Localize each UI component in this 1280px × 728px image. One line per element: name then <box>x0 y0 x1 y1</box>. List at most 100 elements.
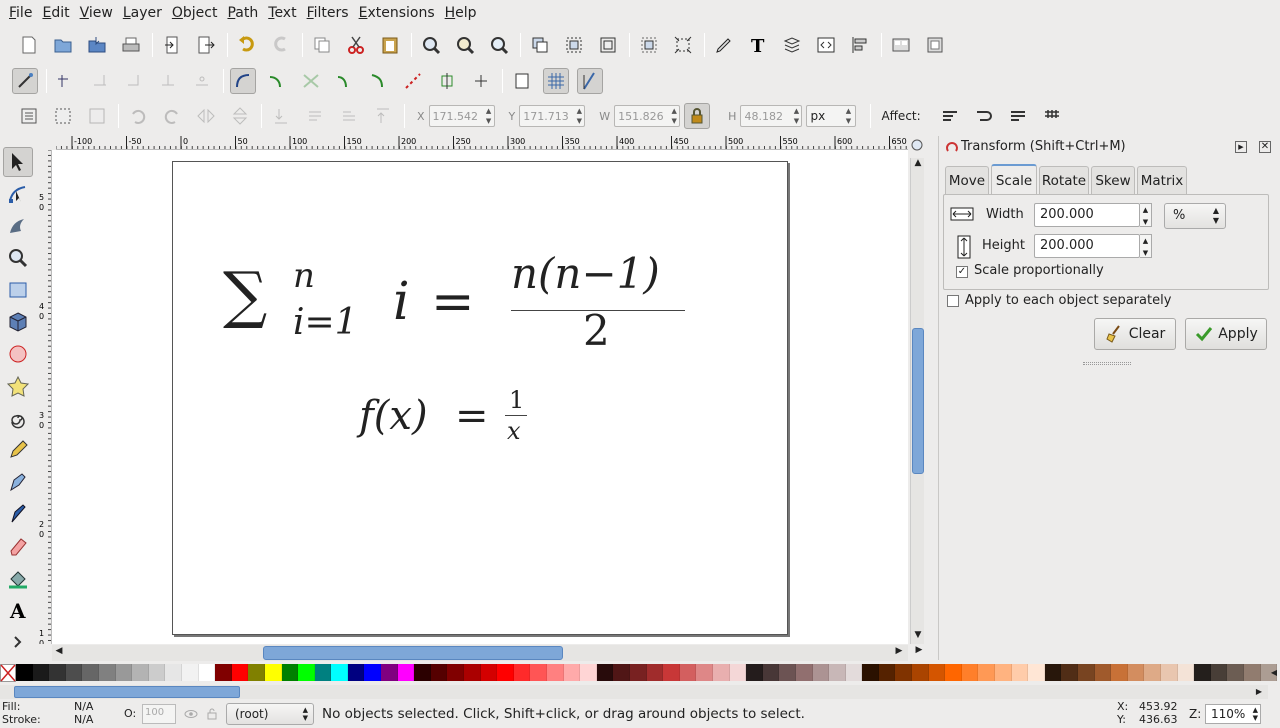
palette-swatch[interactable] <box>812 664 830 681</box>
drawing-canvas[interactable]: ∑ n i=1 i = n(n−1) 2 f(x) = 1 x <box>52 150 908 644</box>
snap-enable-icon[interactable] <box>12 68 38 94</box>
save-icon[interactable] <box>84 32 110 58</box>
palette-swatch[interactable] <box>829 664 846 681</box>
dialog-resize-grip[interactable] <box>1083 362 1131 365</box>
palette-swatch[interactable] <box>895 664 913 681</box>
palette-swatch[interactable] <box>1078 664 1095 681</box>
3d-box-tool-icon[interactable] <box>3 307 33 337</box>
snap-nodes-icon[interactable] <box>230 68 256 94</box>
layer-lock-icon[interactable] <box>206 707 218 721</box>
palette-swatch[interactable] <box>1011 664 1029 681</box>
palette-swatch[interactable] <box>1144 664 1161 681</box>
palette-swatch[interactable] <box>1194 664 1211 681</box>
paste-icon[interactable] <box>377 32 403 58</box>
width-input[interactable]: 200.000 <box>1034 203 1140 227</box>
palette-swatch[interactable] <box>381 664 398 681</box>
new-document-icon[interactable] <box>16 32 42 58</box>
tab-move[interactable]: Move <box>945 166 989 194</box>
palette-swatch[interactable] <box>32 664 50 681</box>
palette-swatch[interactable] <box>646 664 664 681</box>
tab-matrix[interactable]: Matrix <box>1137 166 1187 194</box>
tweak-tool-icon[interactable] <box>3 211 33 241</box>
affect-rounded-corners-icon[interactable] <box>971 103 997 129</box>
palette-swatch[interactable] <box>845 664 863 681</box>
palette-swatch[interactable] <box>663 664 680 681</box>
lock-ratio-icon[interactable] <box>684 103 711 129</box>
palette-swatch[interactable] <box>1210 664 1228 681</box>
eraser-tool-icon[interactable] <box>3 531 33 561</box>
w-input[interactable]: 151.826 ▲ ▼ <box>614 105 681 127</box>
snap-smooth-icon[interactable] <box>366 68 392 94</box>
tab-scale[interactable]: Scale <box>991 164 1037 195</box>
rotate-cw-icon[interactable] <box>159 103 185 129</box>
palette-swatch[interactable] <box>563 664 581 681</box>
height-spinner[interactable]: ▲ ▼ <box>1140 234 1152 258</box>
palette-swatch[interactable] <box>530 664 547 681</box>
palette-swatch[interactable] <box>795 664 813 681</box>
ellipse-tool-icon[interactable] <box>3 339 33 369</box>
palette-swatch[interactable] <box>995 664 1012 681</box>
menu-filters[interactable]: Filters <box>302 1 354 25</box>
paint-bucket-tool-icon[interactable] <box>3 563 33 593</box>
affect-stroke-width-icon[interactable] <box>937 103 963 129</box>
scroll-left-icon[interactable]: ◀ <box>52 646 66 660</box>
import-icon[interactable] <box>159 32 185 58</box>
rectangle-tool-icon[interactable] <box>3 275 33 305</box>
raise-icon[interactable] <box>336 103 362 129</box>
palette-swatch[interactable] <box>181 664 199 681</box>
vertical-scrollbar[interactable]: ▲ ▼ <box>910 158 924 644</box>
align-distribute-icon[interactable] <box>847 32 873 58</box>
palette-swatch[interactable] <box>281 664 299 681</box>
node-tool-icon[interactable] <box>3 179 33 209</box>
palette-swatch[interactable] <box>762 664 780 681</box>
palette-swatch[interactable] <box>115 664 133 681</box>
zoom-drawing-icon[interactable] <box>452 32 478 58</box>
scroll-up-icon[interactable]: ▲ <box>912 158 924 172</box>
palette-swatch[interactable] <box>497 664 514 681</box>
palette-swatch[interactable] <box>878 664 896 681</box>
palette-swatch[interactable] <box>729 664 747 681</box>
palette-swatch[interactable] <box>82 664 99 681</box>
zoom-selection-icon[interactable] <box>418 32 444 58</box>
palette-swatch[interactable] <box>364 664 382 681</box>
fill-stroke-icon[interactable] <box>711 32 737 58</box>
palette-swatch[interactable] <box>298 664 315 681</box>
duplicate-icon[interactable] <box>309 32 335 58</box>
snap-bbox-icon[interactable] <box>53 68 79 94</box>
tab-rotate[interactable]: Rotate <box>1039 166 1089 194</box>
more-tools-icon[interactable] <box>3 627 33 657</box>
document-properties-icon[interactable] <box>922 32 948 58</box>
calligraphy-tool-icon[interactable] <box>3 499 33 529</box>
palette-swatch[interactable] <box>397 664 415 681</box>
horizontal-scrollbar[interactable]: ◀ ▶ <box>52 645 908 661</box>
zoom-page-icon[interactable] <box>486 32 512 58</box>
vertical-scroll-thumb[interactable] <box>912 328 924 474</box>
palette-swatch[interactable] <box>547 664 564 681</box>
palette-swatch[interactable] <box>98 664 116 681</box>
spiral-tool-icon[interactable] <box>3 403 33 433</box>
palette-swatch[interactable] <box>1111 664 1128 681</box>
menu-path[interactable]: Path <box>222 1 263 25</box>
palette-scroll-thumb[interactable] <box>14 686 240 698</box>
palette-swatch[interactable] <box>165 664 182 681</box>
clear-button[interactable]: Clear <box>1094 318 1176 350</box>
snap-guide-icon[interactable] <box>577 68 603 94</box>
menu-help[interactable]: Help <box>440 1 482 25</box>
zoom-tool-icon[interactable] <box>3 243 33 273</box>
h-input[interactable]: 48.182 ▲ ▼ <box>740 105 803 127</box>
palette-swatch[interactable] <box>480 664 498 681</box>
palette-scroll-right-icon[interactable]: ▶ <box>1252 685 1266 699</box>
no-paint-icon[interactable] <box>0 664 16 682</box>
palette-swatch[interactable] <box>447 664 465 681</box>
palette-swatch[interactable] <box>1127 664 1145 681</box>
palette-swatch[interactable] <box>1160 664 1178 681</box>
palette-swatch[interactable] <box>215 664 232 681</box>
menu-layer[interactable]: Layer <box>118 1 167 25</box>
snap-page-border-icon[interactable] <box>509 68 535 94</box>
layers-icon[interactable] <box>779 32 805 58</box>
snap-bbox-center-icon[interactable] <box>189 68 215 94</box>
menu-edit[interactable]: Edit <box>37 1 74 25</box>
palette-swatch[interactable] <box>629 664 647 681</box>
snap-paths-icon[interactable] <box>264 68 290 94</box>
snap-bbox-midpoint-icon[interactable] <box>155 68 181 94</box>
